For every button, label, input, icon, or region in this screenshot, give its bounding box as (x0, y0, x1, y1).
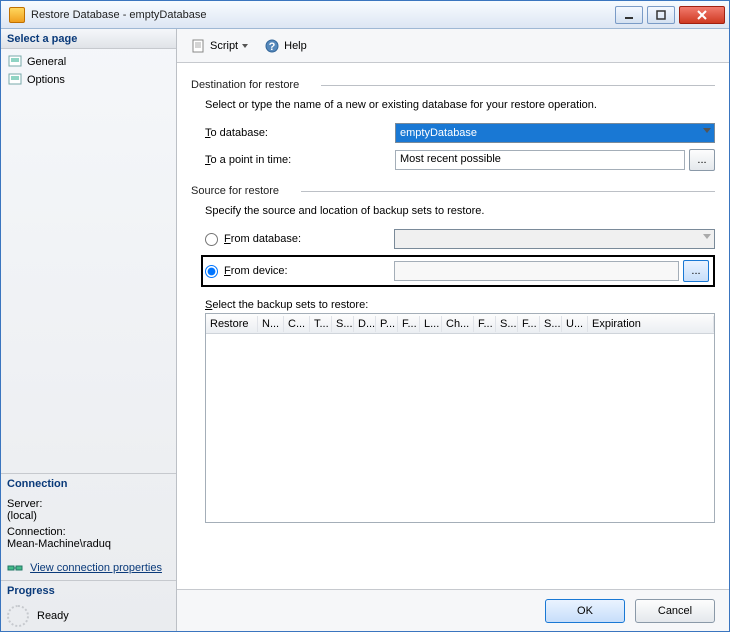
source-group-label: Source for restore (191, 185, 715, 197)
connection-header: Connection (7, 478, 170, 494)
chevron-down-icon[interactable] (703, 128, 711, 133)
dialog-footer: OK Cancel (177, 589, 729, 631)
minimize-button[interactable] (615, 6, 643, 24)
view-connection-properties-link[interactable]: View connection properties (30, 562, 162, 574)
server-label: Server: (7, 498, 170, 510)
page-options[interactable]: Options (3, 71, 174, 89)
help-label: Help (284, 40, 307, 52)
window-title: Restore Database - emptyDatabase (31, 9, 615, 21)
destination-group-label: Destination for restore (191, 79, 715, 91)
help-icon: ? (264, 38, 280, 54)
col-database[interactable]: D... (354, 316, 376, 332)
script-icon (190, 38, 206, 54)
connection-value: Mean-Machine\raduq (7, 538, 170, 550)
svg-text:?: ? (269, 41, 276, 53)
col-first-lsn[interactable]: F... (398, 316, 420, 332)
col-name[interactable]: N... (258, 316, 284, 332)
page-icon (7, 54, 23, 70)
to-database-value: emptyDatabase (400, 127, 477, 139)
col-finish[interactable]: F... (518, 316, 540, 332)
toolbar: Script ? Help (177, 29, 729, 63)
col-start[interactable]: S... (496, 316, 518, 332)
ok-button[interactable]: OK (545, 599, 625, 623)
page-general[interactable]: General (3, 53, 174, 71)
from-device-radio[interactable] (205, 265, 218, 278)
to-database-label: To database: (205, 127, 395, 139)
chevron-down-icon (703, 234, 711, 239)
col-last-lsn[interactable]: L... (420, 316, 442, 332)
chevron-down-icon[interactable] (242, 44, 248, 48)
backup-sets-label: Select the backup sets to restore: (205, 299, 715, 311)
sidebar: Select a page General Options Connection… (1, 29, 177, 631)
connection-label: Connection: (7, 526, 170, 538)
page-label: Options (27, 74, 65, 86)
to-point-in-time-label: To a point in time: (205, 154, 395, 166)
from-database-combo (394, 229, 715, 249)
script-label: Script (210, 40, 238, 52)
col-server[interactable]: S... (332, 316, 354, 332)
col-component[interactable]: C... (284, 316, 310, 332)
close-button[interactable] (679, 6, 725, 24)
from-device-browse-button[interactable]: ... (683, 260, 709, 282)
page-icon (7, 72, 23, 88)
dialog-window: Restore Database - emptyDatabase Select … (0, 0, 730, 632)
col-type[interactable]: T... (310, 316, 332, 332)
help-button[interactable]: ? Help (259, 35, 312, 57)
progress-status: Ready (37, 610, 69, 622)
page-label: General (27, 56, 66, 68)
col-position[interactable]: P... (376, 316, 398, 332)
col-user[interactable]: U... (562, 316, 588, 332)
point-in-time-browse-button[interactable]: ... (689, 149, 715, 171)
from-device-field[interactable] (394, 261, 679, 281)
cancel-button[interactable]: Cancel (635, 599, 715, 623)
col-full-lsn[interactable]: F... (474, 316, 496, 332)
connection-icon (7, 560, 23, 576)
grid-header: Restore N... C... T... S... D... P... F.… (206, 314, 714, 334)
col-checkpoint[interactable]: Ch... (442, 316, 474, 332)
col-restore[interactable]: Restore (206, 316, 258, 332)
col-expiration[interactable]: Expiration (588, 316, 714, 332)
from-database-radio[interactable] (205, 233, 218, 246)
select-page-header: Select a page (1, 29, 176, 49)
to-point-in-time-field[interactable]: Most recent possible (395, 150, 685, 170)
titlebar[interactable]: Restore Database - emptyDatabase (1, 1, 729, 29)
script-button[interactable]: Script (185, 35, 253, 57)
destination-desc: Select or type the name of a new or exis… (205, 99, 715, 111)
server-value: (local) (7, 510, 170, 522)
maximize-button[interactable] (647, 6, 675, 24)
app-icon (9, 7, 25, 23)
from-database-label: From database: (224, 233, 394, 245)
col-size[interactable]: S... (540, 316, 562, 332)
from-device-label: From device: (224, 265, 394, 277)
backup-sets-grid[interactable]: Restore N... C... T... S... D... P... F.… (205, 313, 715, 523)
progress-spinner-icon (7, 605, 29, 627)
to-database-combo[interactable]: emptyDatabase (395, 123, 715, 143)
progress-header: Progress (7, 585, 170, 601)
source-desc: Specify the source and location of backu… (205, 205, 715, 217)
